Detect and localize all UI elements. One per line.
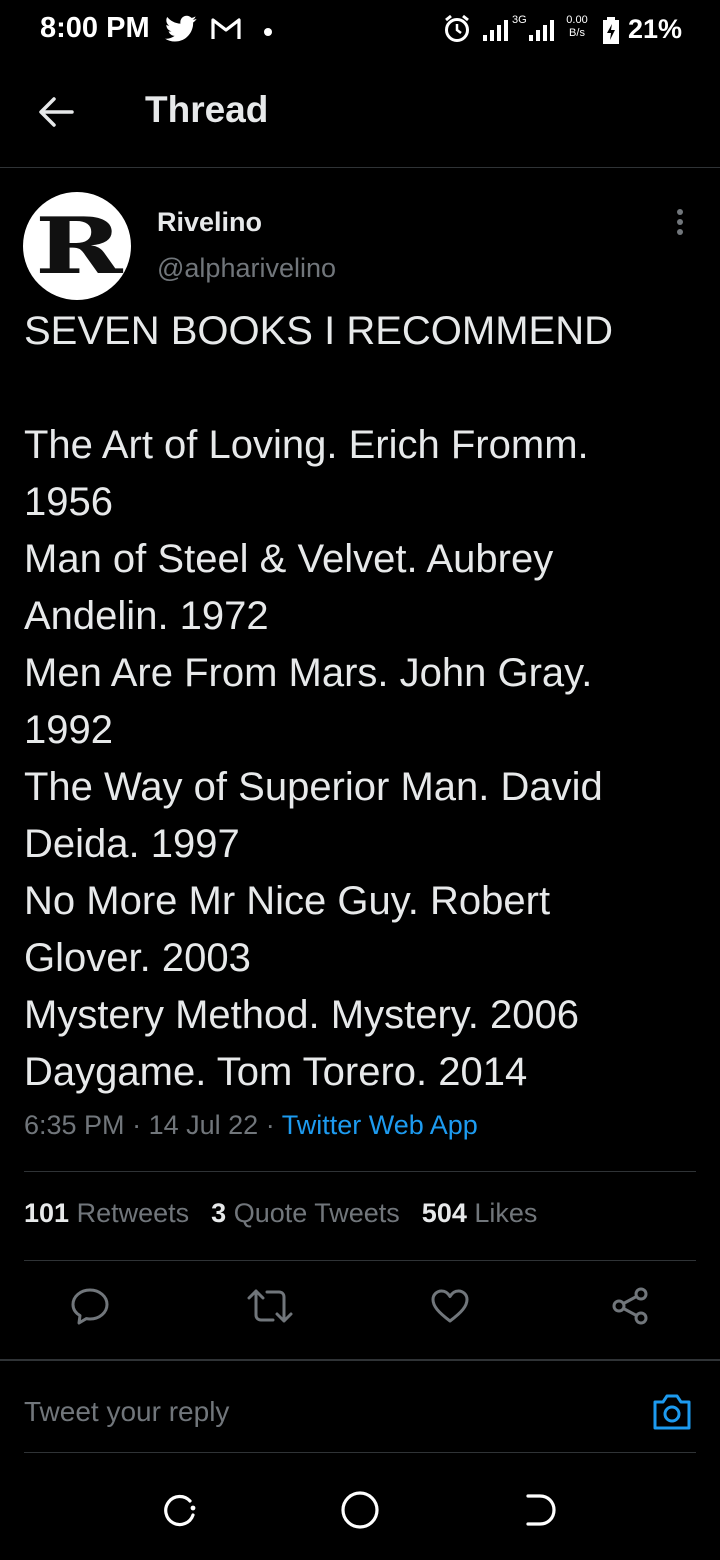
retweets-stat[interactable]: 101 Retweets	[24, 1198, 189, 1228]
alarm-icon	[443, 14, 471, 49]
quotes-label: Quote Tweets	[233, 1198, 400, 1228]
divider	[0, 1359, 720, 1361]
home-icon	[340, 1490, 380, 1535]
retweets-count: 101	[24, 1198, 70, 1228]
tweet-time: 6:35 PM	[24, 1110, 125, 1140]
network-type: 3G	[512, 14, 527, 26]
meta-separator: ·	[132, 1110, 142, 1140]
author-name[interactable]: Rivelino	[157, 207, 262, 238]
likes-stat[interactable]: 504 Likes	[422, 1198, 538, 1228]
back-nav-button[interactable]	[510, 1482, 570, 1542]
like-button[interactable]	[422, 1282, 478, 1334]
tweet-line: Man of Steel & Velvet. Aubrey	[24, 537, 554, 581]
reply-button[interactable]	[62, 1282, 118, 1334]
more-vertical-icon	[676, 208, 684, 241]
tweet-line	[24, 360, 704, 417]
notification-dot-icon	[263, 24, 273, 42]
meta-separator: ·	[265, 1110, 275, 1140]
likes-label: Likes	[474, 1198, 538, 1228]
net-speed-value: 0.00	[566, 14, 588, 26]
share-button[interactable]	[602, 1282, 658, 1334]
camera-icon	[651, 1392, 693, 1437]
recents-icon	[162, 1492, 198, 1533]
tweet-line: Glover. 2003	[24, 936, 251, 980]
home-button[interactable]	[330, 1482, 390, 1542]
signal-icon	[482, 18, 512, 47]
status-bar: 8:00 PM 3G 0.00 B/s 21%	[0, 0, 720, 62]
avatar-logo: R	[34, 200, 123, 292]
retweet-button[interactable]	[242, 1282, 298, 1334]
divider	[24, 1171, 696, 1172]
signal-icon	[528, 18, 558, 47]
divider	[24, 1452, 696, 1453]
arrow-left-icon	[38, 96, 74, 133]
tweet-line: 1956	[24, 480, 113, 524]
back-icon	[522, 1492, 558, 1533]
share-icon	[610, 1286, 650, 1331]
tweet-line: The Art of Loving. Erich Fromm.	[24, 423, 589, 467]
quotes-count: 3	[211, 1198, 227, 1228]
tweet-line: Deida. 1997	[24, 822, 240, 866]
recents-button[interactable]	[150, 1482, 210, 1542]
tweet-line: 1992	[24, 708, 113, 752]
tweet-date[interactable]: 14 Jul 22	[149, 1110, 259, 1140]
battery-charging-icon	[602, 16, 620, 51]
reply-input[interactable]: Tweet your reply	[24, 1396, 229, 1428]
tweet-line: SEVEN BOOKS I RECOMMEND	[24, 309, 613, 353]
thread-header: Thread	[0, 62, 720, 168]
like-icon	[430, 1288, 470, 1329]
reply-icon	[70, 1286, 110, 1331]
avatar[interactable]: R	[23, 192, 131, 300]
tweet-line: No More Mr Nice Guy. Robert	[24, 879, 551, 923]
author-handle[interactable]: @alpharivelino	[157, 253, 336, 284]
tweet-meta: 6:35 PM · 14 Jul 22 · Twitter Web App	[24, 1110, 478, 1141]
quotes-stat[interactable]: 3 Quote Tweets	[211, 1198, 400, 1228]
tweet-line: Daygame. Tom Torero. 2014	[24, 1050, 528, 1094]
tweet-line: The Way of Superior Man. David	[24, 765, 603, 809]
retweets-label: Retweets	[76, 1198, 190, 1228]
tweet-stats: 101 Retweets 3 Quote Tweets 504 Likes	[24, 1198, 537, 1229]
more-options-button[interactable]	[664, 206, 696, 242]
likes-count: 504	[421, 1198, 467, 1228]
tweet-line: Andelin. 1972	[24, 594, 269, 638]
tweet-source-link[interactable]: Twitter Web App	[282, 1110, 478, 1140]
net-speed: 0.00 B/s	[562, 14, 592, 40]
divider	[24, 1260, 696, 1261]
twitter-icon	[165, 15, 197, 48]
tweet-text: SEVEN BOOKS I RECOMMEND The Art of Lovin…	[24, 303, 704, 1101]
gmail-icon	[210, 17, 242, 46]
net-speed-unit: B/s	[569, 27, 585, 39]
back-button[interactable]	[28, 86, 84, 142]
camera-button[interactable]	[648, 1392, 696, 1436]
retweet-icon	[246, 1287, 294, 1330]
status-time: 8:00 PM	[40, 12, 150, 44]
page-title: Thread	[145, 89, 269, 130]
battery-level: 21%	[628, 14, 683, 44]
tweet-line: Mystery Method. Mystery. 2006	[24, 993, 579, 1037]
tweet-line: Men Are From Mars. John Gray.	[24, 651, 593, 695]
